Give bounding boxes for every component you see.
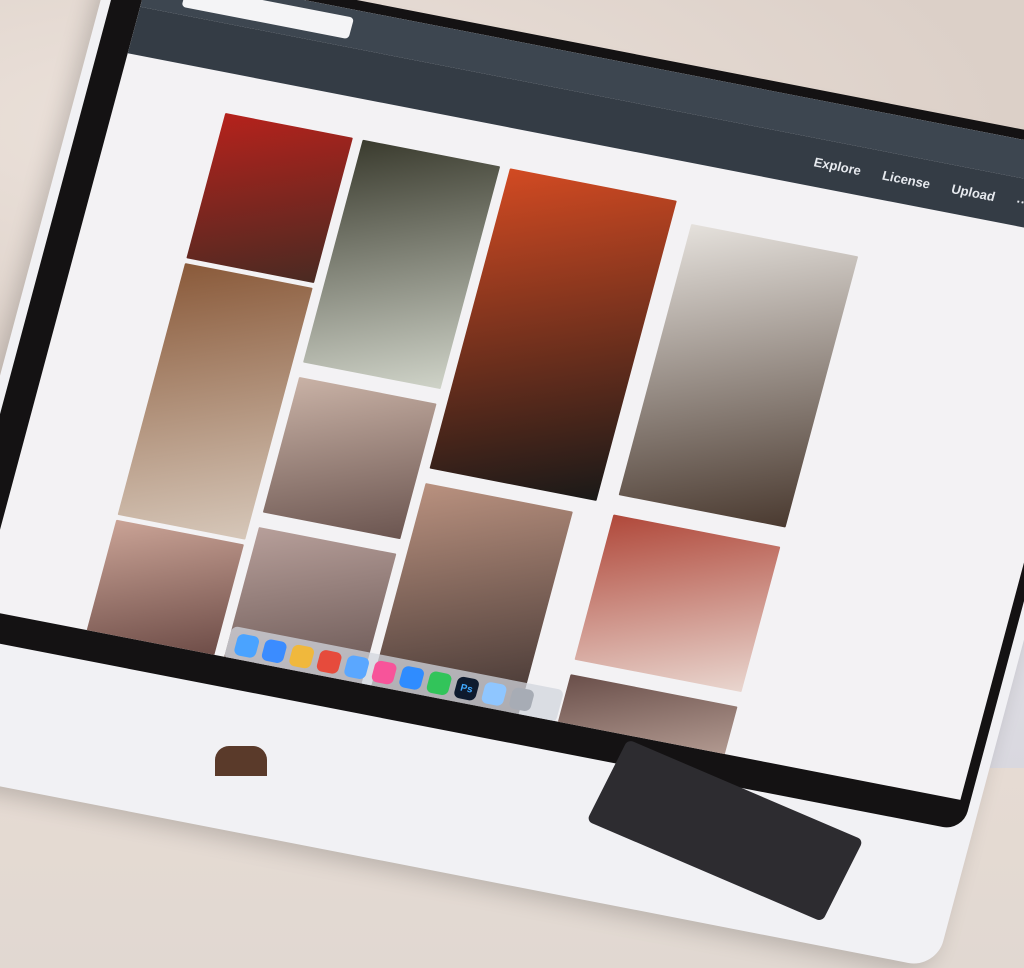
nav-explore-link[interactable]: Explore (811, 154, 863, 182)
photos-icon[interactable] (288, 643, 316, 670)
nav-license-link[interactable]: License (879, 168, 932, 197)
nav-upload-link[interactable]: Upload (948, 181, 997, 209)
photoshop-icon[interactable]: Ps (452, 675, 481, 702)
appstore-icon[interactable] (397, 665, 426, 691)
whatsapp-icon[interactable] (425, 670, 453, 697)
cloudy-landscape-photo[interactable] (262, 376, 437, 540)
hand (215, 746, 267, 776)
mail-icon[interactable] (343, 654, 371, 680)
finder-icon[interactable] (233, 633, 261, 659)
safari-icon[interactable] (260, 638, 288, 664)
imac-monitor: Explore License Upload ··· Ps (0, 0, 1024, 968)
red-plant-photo[interactable] (574, 514, 781, 693)
itunes-icon[interactable] (370, 659, 398, 686)
nav-more-menu[interactable]: ··· (1013, 194, 1024, 216)
trash-icon[interactable] (507, 686, 536, 713)
folder-icon[interactable] (480, 681, 508, 707)
chrome-icon[interactable] (315, 649, 343, 675)
woman-red-dress-photo[interactable] (186, 112, 353, 284)
